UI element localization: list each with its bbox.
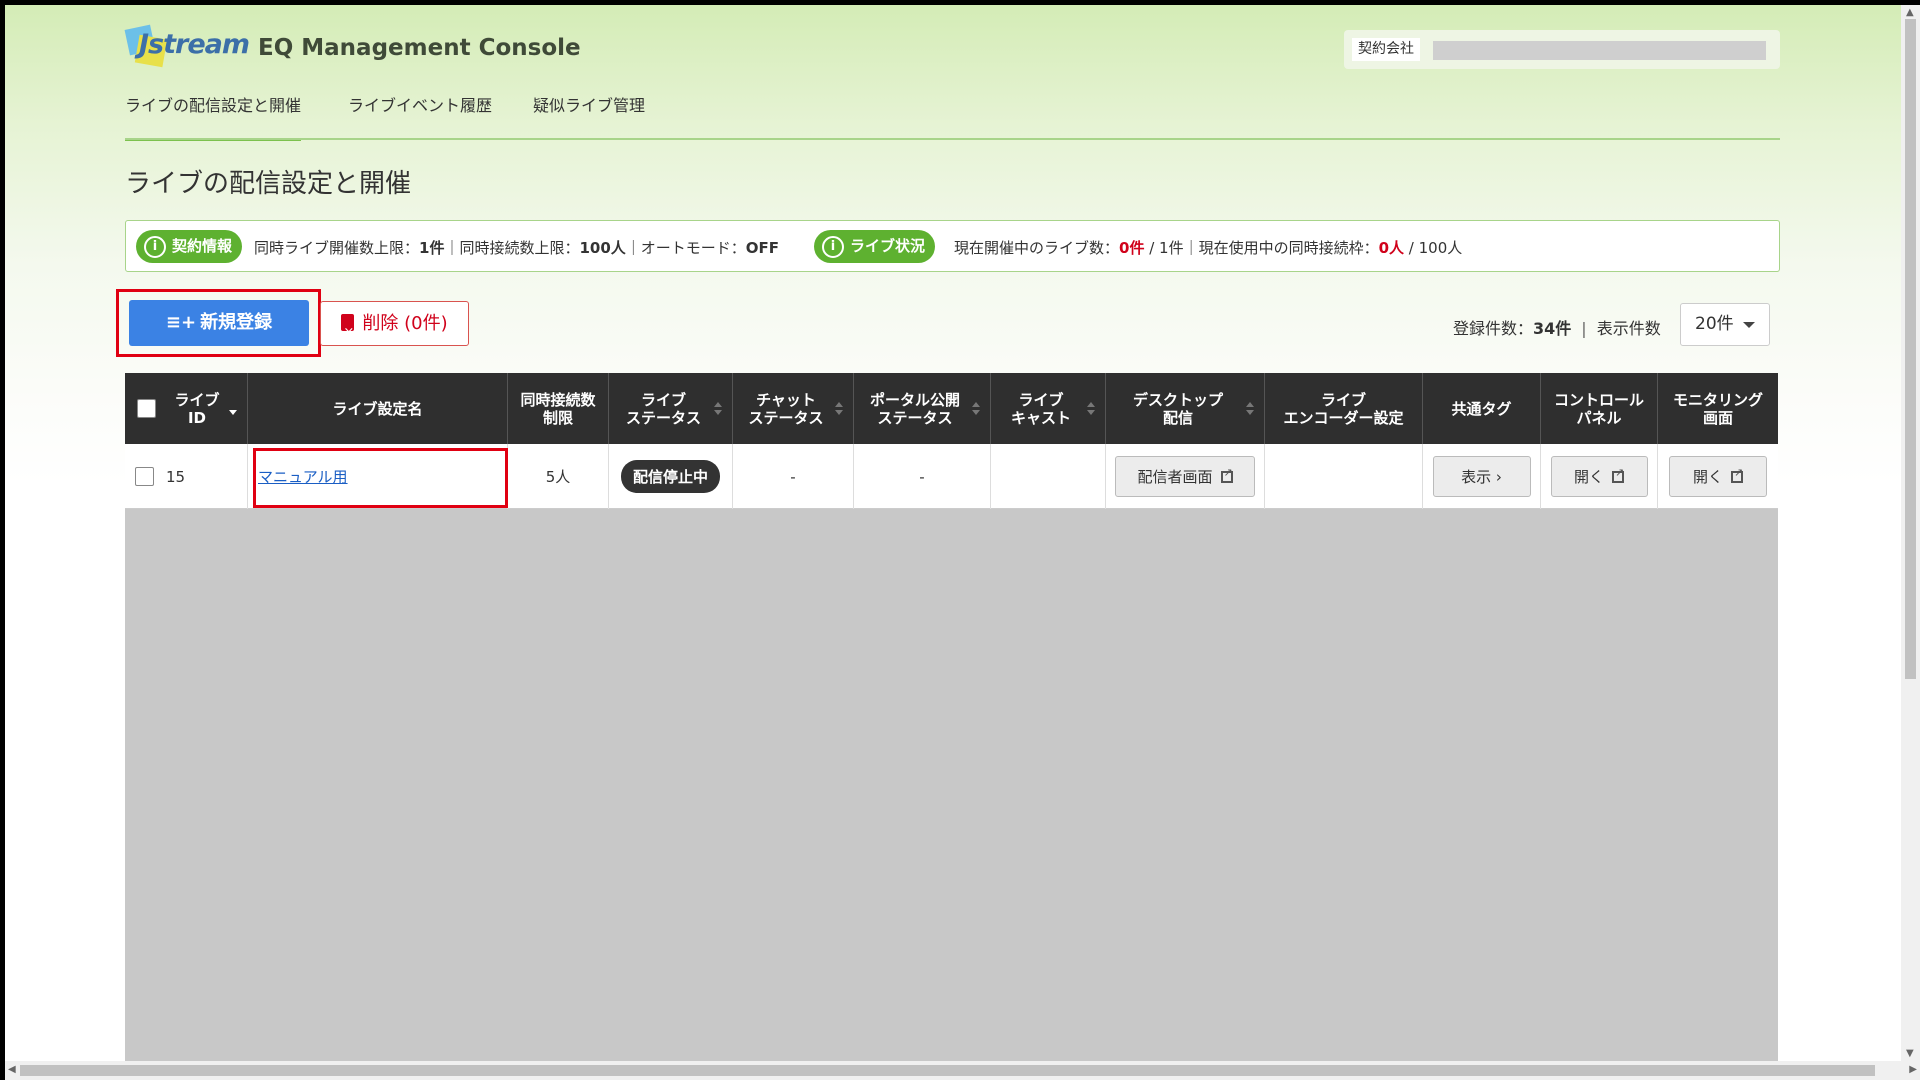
info-icon: i — [822, 236, 844, 258]
cell-monitoring: 開く — [1658, 444, 1778, 509]
cell-control-panel: 開く — [1541, 444, 1658, 509]
header-chat-status[interactable]: チャット ステータス — [733, 373, 854, 444]
nav-divider — [125, 138, 1780, 140]
open-monitoring-button[interactable]: 開く — [1669, 456, 1767, 497]
delete-button[interactable]: 削除 (0件) — [320, 301, 469, 354]
sort-desc-icon — [229, 402, 237, 416]
sort-icon — [1246, 402, 1254, 416]
show-tag-button[interactable]: 表示 › — [1432, 456, 1531, 497]
header-live-status[interactable]: ライブ ステータス — [609, 373, 733, 444]
header-live-id[interactable]: ライブ ID — [125, 373, 248, 444]
browser-viewport: Jstream EQ Management Console 契約会社 ライブの配… — [5, 5, 1901, 1061]
sort-icon — [835, 402, 843, 416]
header-portal-status[interactable]: ポータル公開 ステータス — [854, 373, 991, 444]
table-header: ライブ ID ライブ設定名 同時接続数 制限 ライブ ステータス チャット ステ… — [125, 373, 1778, 444]
external-link-icon — [1612, 466, 1624, 483]
external-link-icon — [1220, 466, 1233, 483]
page-title: ライブの配信設定と開催 — [125, 169, 412, 199]
header-common-tag: 共通タグ — [1423, 373, 1541, 444]
app-title: EQ Management Console — [258, 35, 581, 61]
nav-item-live-history[interactable]: ライブイベント履歴 — [348, 91, 492, 141]
cell-id: 15 — [125, 444, 248, 509]
scroll-right-icon[interactable]: ▶ — [1909, 1064, 1917, 1075]
company-label: 契約会社 — [1352, 38, 1420, 61]
sort-icon — [1087, 402, 1095, 416]
live-status-text: 現在開催中のライブ数：0件 / 1件｜現在使用中の同時接続枠：0人 / 100人 — [954, 239, 1463, 257]
sort-icon — [972, 402, 980, 416]
horizontal-scroll-thumb[interactable] — [20, 1065, 1875, 1076]
list-plus-icon: ≡+ — [165, 312, 197, 333]
vertical-scrollbar[interactable]: ▲ ▼ — [1901, 5, 1920, 1061]
header-live-name: ライブ設定名 — [248, 373, 508, 444]
cell-portal-status: - — [854, 444, 991, 509]
nav-item-pseudo-live[interactable]: 疑似ライブ管理 — [533, 91, 645, 141]
cell-common-tag: 表示 › — [1423, 444, 1541, 509]
info-bar: i 契約情報 同時ライブ開催数上限：1件｜同時接続数上限：100人｜オートモード… — [125, 220, 1780, 272]
jstream-logo: Jstream — [124, 21, 250, 73]
record-count: 登録件数：34件 | 表示件数 — [1453, 319, 1661, 338]
header-control-panel: コントロール パネル — [1541, 373, 1658, 444]
vertical-scroll-thumb[interactable] — [1905, 19, 1916, 679]
scroll-up-icon[interactable]: ▲ — [1906, 7, 1914, 18]
cell-desktop: 配信者画面 — [1106, 444, 1265, 509]
live-status-badge: i ライブ状況 — [814, 230, 936, 263]
cell-chat-status: - — [733, 444, 854, 509]
scroll-down-icon[interactable]: ▼ — [1906, 1048, 1914, 1059]
horizontal-scrollbar[interactable]: ◀ ▶ — [5, 1061, 1920, 1080]
contract-info-badge: i 契約情報 — [136, 230, 243, 263]
cell-live-cast — [991, 444, 1106, 509]
live-settings-table: ライブ ID ライブ設定名 同時接続数 制限 ライブ ステータス チャット ステ… — [125, 373, 1778, 1061]
header-monitoring: モニタリング 画面 — [1672, 390, 1763, 427]
header-encoder: ライブ エンコーダー設定 — [1265, 373, 1423, 444]
open-control-panel-button[interactable]: 開く — [1550, 456, 1648, 497]
cell-encoder — [1265, 444, 1423, 509]
header-live-cast[interactable]: ライブ キャスト — [991, 373, 1106, 444]
company-value-redacted — [1433, 41, 1766, 60]
cell-limit: 5人 — [508, 444, 609, 509]
row-checkbox[interactable] — [135, 467, 154, 486]
external-link-icon — [1731, 466, 1743, 483]
scroll-left-icon[interactable]: ◀ — [8, 1064, 16, 1075]
trash-icon — [341, 311, 355, 354]
cell-live-status: 配信停止中 — [609, 444, 733, 509]
status-badge: 配信停止中 — [620, 460, 720, 493]
header-desktop[interactable]: デスクトップ 配信 — [1106, 373, 1265, 444]
broadcaster-screen-button[interactable]: 配信者画面 — [1115, 456, 1255, 497]
chevron-down-icon — [1743, 322, 1755, 328]
header-limit: 同時接続数 制限 — [508, 373, 609, 444]
per-page-select[interactable]: 20件 — [1680, 303, 1770, 346]
select-all-checkbox[interactable] — [137, 399, 156, 418]
company-info: 契約会社 — [1344, 30, 1780, 69]
new-register-button[interactable]: ≡+ 新規登録 — [129, 300, 309, 346]
nav-item-live-settings[interactable]: ライブの配信設定と開催 — [125, 91, 302, 141]
contract-info-text: 同時ライブ開催数上限：1件｜同時接続数上限：100人｜オートモード：OFF — [254, 239, 780, 257]
sort-icon — [714, 402, 722, 416]
highlight-name-link — [253, 448, 508, 508]
info-icon: i — [144, 236, 166, 258]
